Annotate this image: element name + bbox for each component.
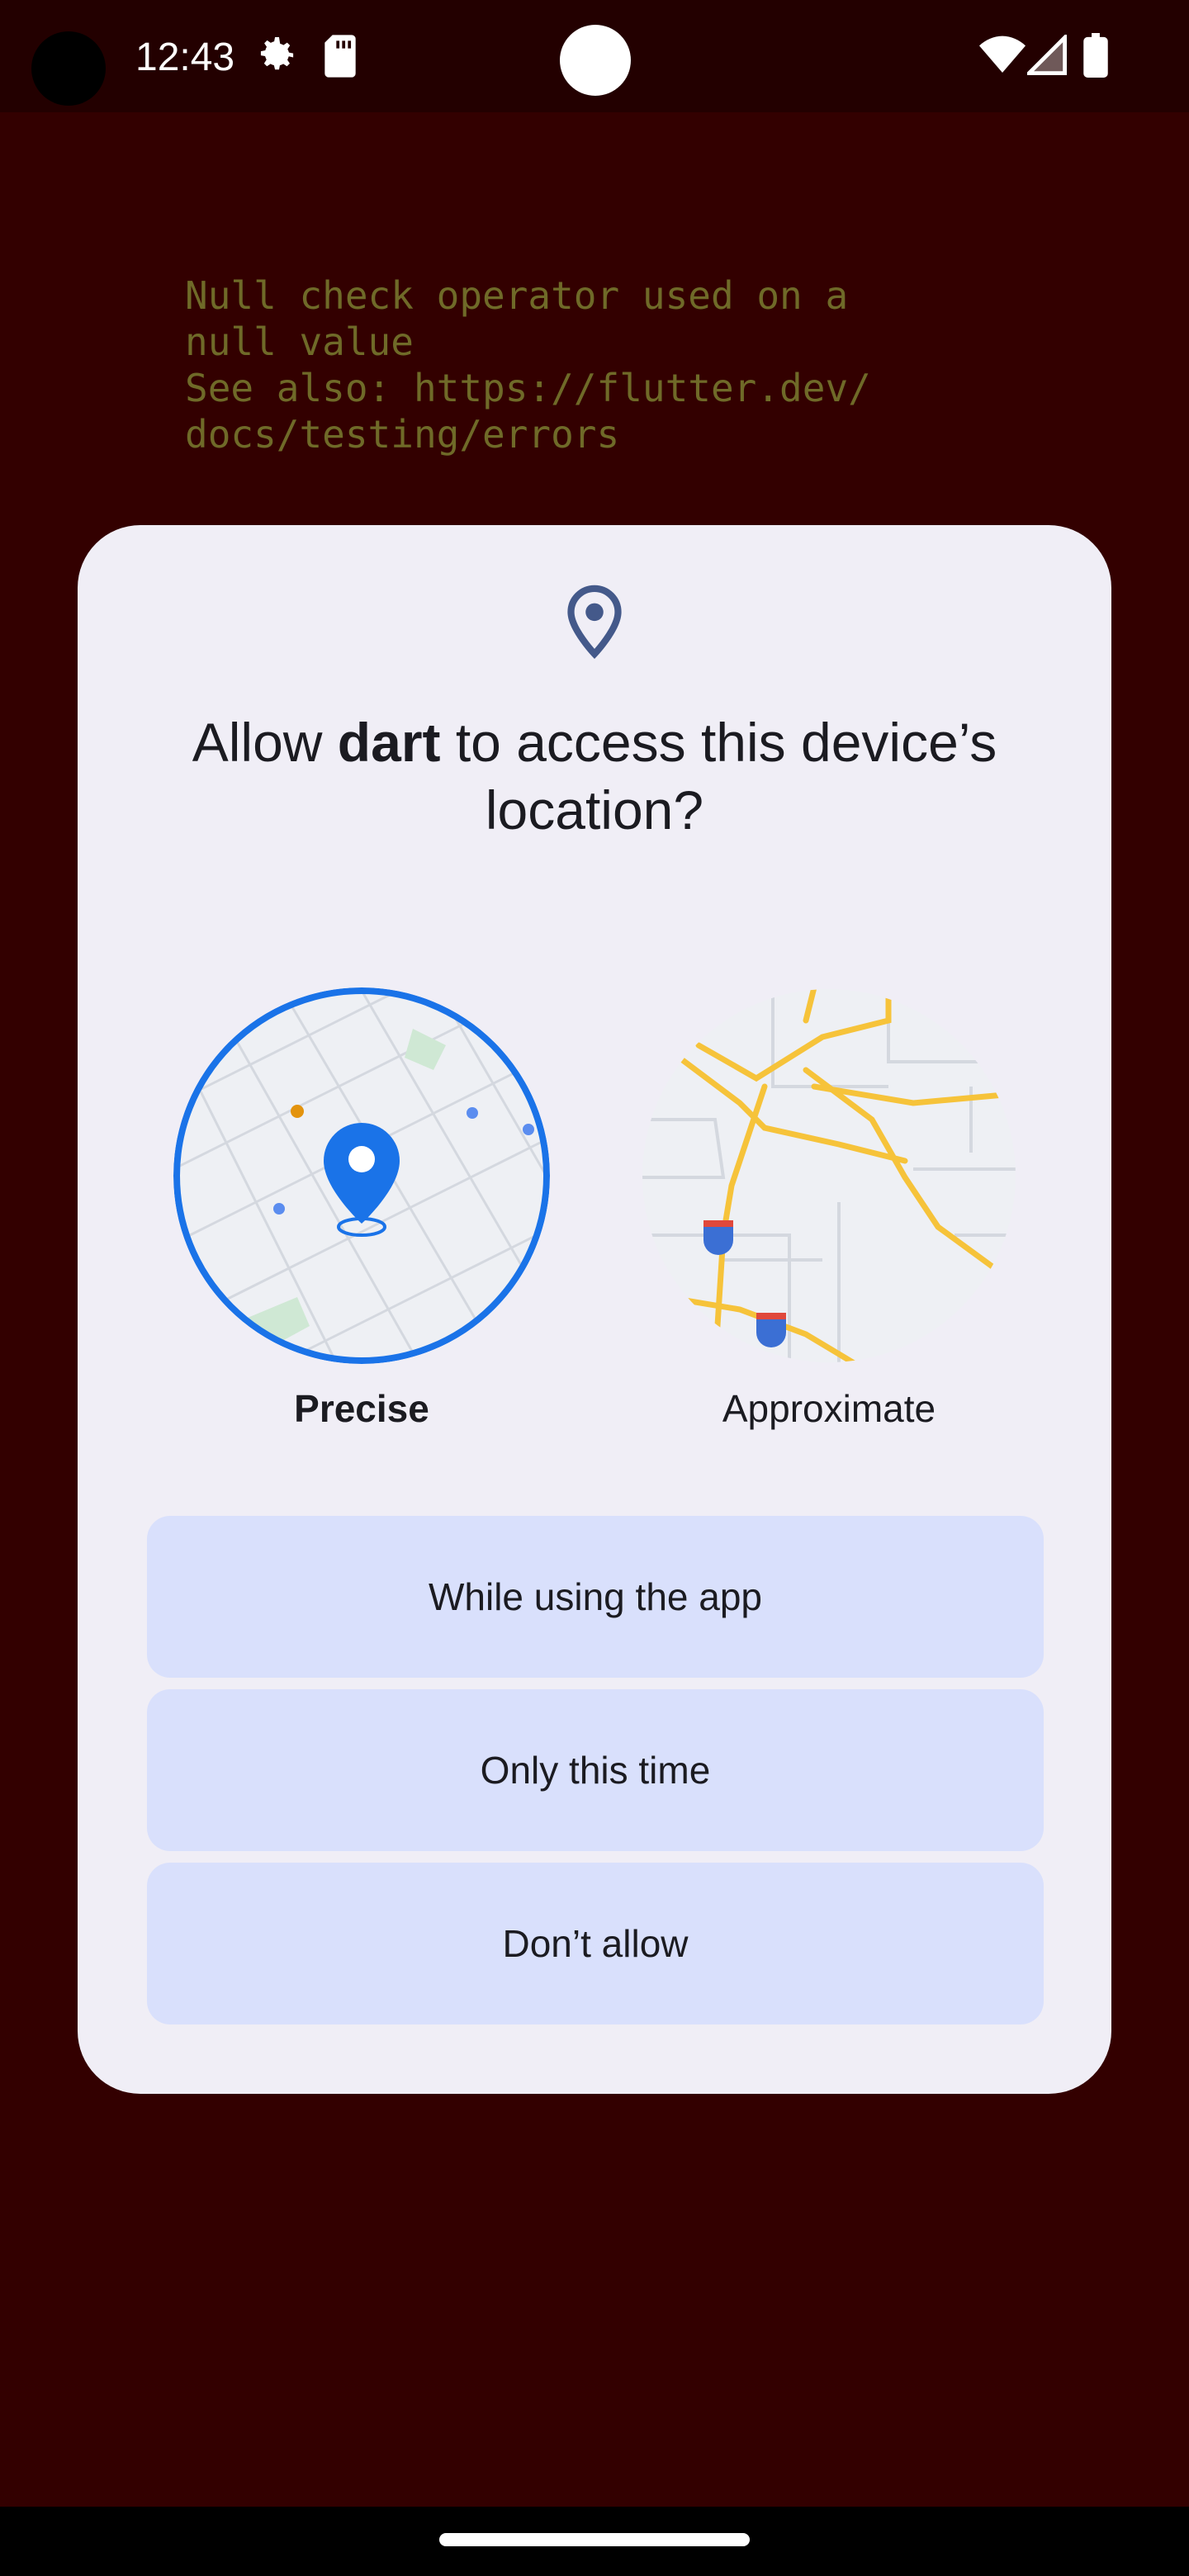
title-prefix: Allow — [192, 712, 338, 773]
location-permission-dialog: Allow dart to access this device’s locat… — [78, 525, 1111, 2094]
settings-gear-icon — [260, 37, 294, 70]
while-using-app-button[interactable]: While using the app — [147, 1516, 1044, 1678]
only-this-time-button[interactable]: Only this time — [147, 1689, 1044, 1851]
app-name: dart — [337, 712, 441, 773]
precise-map-illustration — [173, 987, 550, 1364]
battery-icon — [1083, 33, 1108, 78]
location-pin-icon — [567, 585, 622, 659]
status-clock: 12:43 — [135, 36, 235, 79]
signal-icon — [1027, 35, 1067, 75]
approximate-location-option[interactable] — [641, 987, 1017, 1364]
approximate-map-illustration — [642, 989, 1016, 1362]
dialog-title: Allow dart to access this device’s locat… — [127, 708, 1062, 844]
flutter-error-message: Null check operator used on a null value… — [185, 273, 871, 457]
wifi-icon — [979, 36, 1026, 73]
camera-cutout — [31, 31, 106, 106]
front-camera-indicator — [560, 25, 631, 96]
precise-label[interactable]: Precise — [173, 1384, 550, 1433]
dont-allow-button[interactable]: Don’t allow — [147, 1863, 1044, 2024]
sd-card-icon — [324, 35, 356, 78]
precise-location-option[interactable] — [173, 987, 550, 1364]
home-gesture-handle[interactable] — [439, 2533, 750, 2546]
title-suffix: to access this device’s location? — [440, 712, 997, 841]
approximate-label[interactable]: Approximate — [641, 1384, 1017, 1433]
status-bar: 12:43 — [0, 0, 1189, 112]
